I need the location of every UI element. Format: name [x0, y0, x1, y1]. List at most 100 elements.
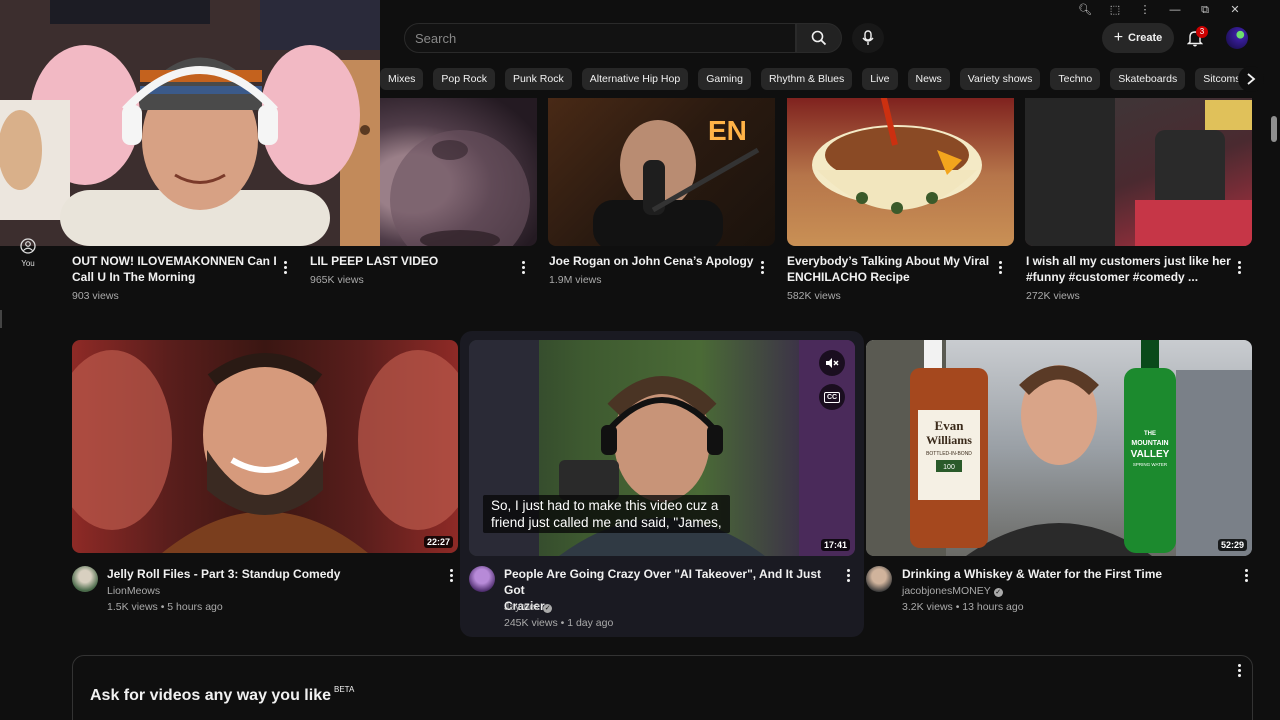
video-menu-button[interactable] — [516, 258, 530, 276]
video-title-line: Jelly Roll Files - Part 3: Standup Comed… — [107, 567, 341, 581]
video-title-line: Call U In The Morning — [72, 270, 196, 284]
video-title-line: Joe Rogan on John Cena’s Apology — [549, 254, 754, 268]
volume-muted-icon — [826, 358, 839, 368]
search-input[interactable] — [415, 30, 795, 46]
minimize-icon[interactable]: — — [1160, 2, 1190, 18]
sidebar-item-label: You — [21, 259, 35, 268]
video-meta: 3.2K views • 13 hours ago — [902, 601, 1024, 613]
restore-icon[interactable]: ⧉ — [1190, 2, 1220, 18]
video-title[interactable]: Jelly Roll Files - Part 3: Standup Comed… — [107, 566, 437, 582]
water-label-sub: SPRING WATER — [1133, 462, 1168, 467]
chip-skateboards[interactable]: Skateboards — [1110, 68, 1186, 90]
thumbnail-joe-rogan[interactable]: EN — [548, 90, 775, 246]
store-illustration — [1025, 90, 1252, 246]
beta-badge: BETA — [333, 685, 355, 694]
caption-line: So, I just had to make this video cuz a — [491, 498, 719, 513]
video-menu-button[interactable] — [993, 258, 1007, 276]
thumbnail-jelly-roll[interactable]: 22:27 — [72, 340, 458, 553]
chip-pop-rock[interactable]: Pop Rock — [433, 68, 495, 90]
video-menu-button[interactable] — [841, 566, 855, 584]
sidebar-item-you[interactable]: You — [12, 238, 44, 268]
thumbnail-whiskey-water[interactable]: Evan Williams BOTTLED-IN-BOND 100 THE MO… — [866, 340, 1252, 556]
ask-title-text: Ask for videos any way you like — [90, 687, 331, 704]
you-icon — [20, 238, 36, 254]
create-button[interactable]: + Create — [1102, 23, 1174, 53]
video-title-line: OUT NOW! ILOVEMAKONNEN Can I — [72, 254, 277, 268]
video-title[interactable]: OUT NOW! ILOVEMAKONNEN Can I Call U In T… — [72, 253, 282, 285]
video-title[interactable]: Everybody’s Talking About My Viral ENCHI… — [787, 253, 997, 285]
ask-title: Ask for videos any way you like BETA — [90, 685, 354, 705]
verified-icon: ✓ — [993, 588, 1003, 597]
video-views: 582K views — [787, 290, 841, 302]
streamer-illustration — [0, 0, 380, 246]
chip-bar: Mixes Pop Rock Punk Rock Alternative Hip… — [380, 68, 1280, 90]
video-title[interactable]: Drinking a Whiskey & Water for the First… — [902, 566, 1232, 582]
neon-sign-text: EN — [708, 115, 747, 146]
notifications-button[interactable]: 3 — [1182, 25, 1208, 51]
thumbnail-enchilacho[interactable] — [787, 90, 1014, 246]
video-title[interactable]: I wish all my customers just like her #f… — [1026, 253, 1236, 285]
video-meta: 1.5K views • 5 hours ago — [107, 601, 223, 613]
chip-rhythm-blues[interactable]: Rhythm & Blues — [760, 68, 853, 90]
chip-alternative-hip-hop[interactable]: Alternative Hip Hop — [581, 68, 689, 90]
water-label-line3: VALLEY — [1131, 449, 1170, 460]
channel-avatar[interactable] — [469, 566, 495, 592]
video-menu-button[interactable] — [1232, 258, 1246, 276]
scrollbar-thumb[interactable] — [1271, 116, 1277, 142]
video-title-line: ENCHILACHO Recipe — [787, 270, 910, 284]
zoom-icon[interactable]: 🔍︎ — [1070, 2, 1100, 18]
video-menu-button[interactable] — [1239, 566, 1253, 584]
close-icon[interactable]: ✕ — [1220, 2, 1250, 18]
channel-name[interactable]: LionMeows — [107, 583, 160, 599]
video-title-line: Everybody’s Talking About My Viral — [787, 254, 990, 268]
search-button[interactable] — [796, 23, 842, 53]
studio-illustration: EN — [593, 115, 760, 246]
channel-avatar[interactable] — [866, 566, 892, 592]
search-icon — [811, 30, 827, 46]
chip-live[interactable]: Live — [862, 68, 898, 90]
video-title[interactable]: LIL PEEP LAST VIDEO — [310, 253, 520, 269]
whiskey-label-sub: BOTTLED-IN-BOND — [926, 451, 972, 457]
chips-next-button[interactable] — [1238, 66, 1264, 92]
video-preview-player[interactable]: CC So, I just had to make this video cuz… — [469, 340, 855, 556]
chevron-right-icon — [1247, 73, 1256, 85]
voice-search-button[interactable] — [852, 23, 884, 53]
video-menu-button[interactable] — [278, 258, 292, 276]
mute-button[interactable] — [819, 350, 845, 376]
top-bar: 🔍︎ ⬚ ⋮ — ⧉ ✕ + Create 3 Mixes Pop — [380, 0, 1280, 98]
panel-menu-button[interactable] — [1232, 661, 1246, 679]
more-icon[interactable]: ⋮ — [1130, 2, 1160, 18]
mic-icon — [862, 30, 874, 45]
video-title-line: LIL PEEP LAST VIDEO — [310, 254, 439, 268]
video-title[interactable]: People Are Going Crazy Over "AI Takeover… — [504, 566, 834, 614]
captions-button[interactable]: CC — [819, 384, 845, 410]
webcam-overlay — [0, 0, 380, 246]
video-menu-button[interactable] — [755, 258, 769, 276]
video-duration: 52:29 — [1217, 539, 1247, 551]
extensions-icon[interactable]: ⬚ — [1100, 2, 1130, 18]
verified-icon: ✓ — [543, 604, 553, 613]
whiskey-label-line1: Evan — [935, 418, 965, 433]
channel-avatar[interactable] — [72, 566, 98, 592]
video-title-line: People Are Going Crazy Over "AI Takeover… — [504, 567, 822, 597]
channel-name[interactable]: Jaymez — [504, 601, 540, 613]
ask-for-videos-panel: Ask for videos any way you like BETA — [72, 655, 1253, 720]
channel-name[interactable]: jacobjonesMONEY — [902, 585, 991, 597]
chip-mixes[interactable]: Mixes — [380, 68, 424, 90]
channel-info: Jaymez ✓ — [504, 599, 553, 615]
video-menu-button[interactable] — [444, 566, 458, 584]
video-title-line: Crazier — [504, 599, 545, 613]
food-bowl-illustration — [812, 90, 982, 214]
video-views: 1.9M views — [549, 274, 602, 286]
chip-punk-rock[interactable]: Punk Rock — [504, 68, 572, 90]
account-avatar[interactable] — [1226, 27, 1248, 49]
video-views: 272K views — [1026, 290, 1080, 302]
thumbnail-customers[interactable] — [1025, 90, 1252, 246]
video-title-line: Drinking a Whiskey & Water for the First… — [902, 567, 1163, 581]
chip-techno[interactable]: Techno — [1050, 68, 1101, 90]
chip-variety-shows[interactable]: Variety shows — [959, 68, 1041, 90]
video-title[interactable]: Joe Rogan on John Cena’s Apology — [549, 253, 759, 269]
water-label-line1: THE — [1144, 431, 1156, 437]
chip-gaming[interactable]: Gaming — [698, 68, 751, 90]
chip-news[interactable]: News — [907, 68, 950, 90]
